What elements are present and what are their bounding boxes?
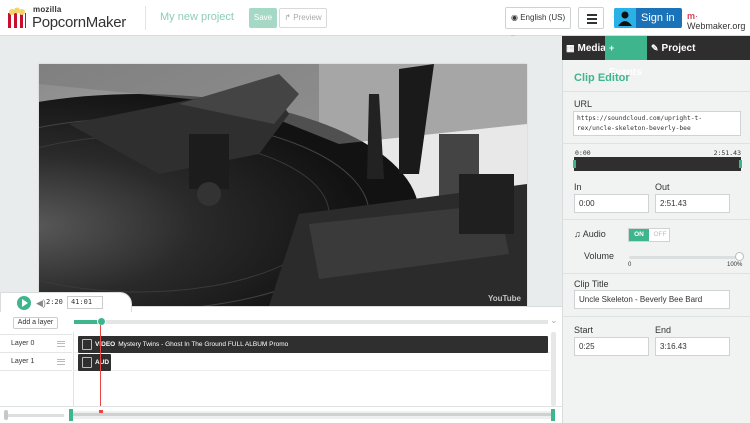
panel-divider [562, 219, 750, 220]
audio-on-option[interactable]: ON [629, 229, 649, 241]
video-frame-image [39, 64, 527, 306]
film-strip-icon [82, 339, 92, 350]
sign-in-label: Sign in [641, 12, 675, 24]
panel-divider [562, 273, 750, 274]
collapse-chevron-icon[interactable]: ⌄ [550, 315, 558, 326]
range-start-handle[interactable] [573, 160, 576, 168]
user-icon [614, 8, 636, 28]
horizontal-scroll-thumb[interactable] [73, 413, 551, 416]
plus-icon: + [609, 43, 615, 53]
language-label: English (US) [520, 13, 566, 22]
project-name[interactable]: My new project [160, 11, 234, 23]
popcorn-logo-icon [8, 7, 26, 28]
volume-min-label: 0 [628, 262, 632, 268]
header-divider [145, 6, 146, 30]
timeline-vertical-scrollbar[interactable] [551, 332, 556, 406]
url-label: URL [574, 99, 593, 109]
clip-range-bar[interactable] [574, 157, 741, 171]
clip-range-labels: 0:00 2:51.43 [575, 149, 741, 157]
logo-app-name: PopcornMaker [32, 14, 126, 31]
film-icon: ▦ [566, 43, 575, 53]
audio-label: ♫ Audio [574, 229, 606, 239]
menu-button[interactable] [578, 7, 604, 29]
film-strip-icon [82, 357, 92, 368]
timeline-event-video[interactable]: VIDEO Mystery Twins - Ghost In The Ground… [78, 336, 548, 353]
event-type: VIDEO [95, 341, 116, 348]
webmaker-link[interactable]: m· Webmaker.org [687, 11, 750, 31]
volume-max-label: 100% [727, 262, 743, 268]
panel-divider [562, 316, 750, 317]
current-time-value: 2:20 [46, 298, 63, 306]
track-divider [74, 370, 550, 371]
clip-title-label: Clip Title [574, 279, 609, 289]
zoom-slider[interactable] [6, 414, 64, 417]
scroll-right-handle[interactable] [551, 409, 555, 421]
clip-title-field[interactable]: Uncle Skeleton - Beverly Bee Bard [574, 290, 730, 309]
globe-icon: ◉ [511, 13, 521, 22]
layer-divider [0, 352, 72, 353]
add-layer-button[interactable]: Add a layer [13, 317, 58, 329]
language-select[interactable]: ◉ English (US) ▾ [505, 7, 571, 42]
app-logo[interactable]: mozilla PopcornMaker [6, 5, 144, 31]
audio-off-option[interactable]: OFF [650, 229, 670, 241]
volume-icon[interactable]: ◀) [36, 298, 46, 309]
range-end-label: 2:51.43 [713, 149, 741, 157]
video-player[interactable]: YouTube [39, 64, 527, 306]
in-label: In [574, 182, 582, 192]
layer-0-label: Layer 0 [11, 340, 35, 347]
volume-slider-handle[interactable] [735, 252, 744, 261]
preview-label: Preview [293, 13, 322, 22]
out-label: Out [655, 182, 670, 192]
volume-label: Volume [584, 251, 615, 261]
music-note-icon: ♫ [574, 229, 583, 239]
time-ruler[interactable] [74, 320, 548, 324]
save-button[interactable]: Save [249, 8, 277, 28]
tab-media[interactable]: ▦ Media [566, 36, 606, 60]
event-title: Mystery Twins - Ghost In The Ground FULL… [118, 341, 289, 348]
duration-input[interactable]: 41:01 [67, 296, 103, 309]
event-type: AUD [95, 359, 110, 366]
in-field[interactable]: 0:00 [574, 194, 649, 213]
layer-1-drag-icon[interactable] [57, 359, 65, 365]
tab-project[interactable]: ✎ Project [651, 36, 699, 60]
range-end-handle[interactable] [739, 160, 742, 168]
end-label: End [655, 325, 672, 335]
scrubber-handle[interactable] [97, 317, 106, 326]
playhead-mini-marker [99, 410, 103, 413]
url-field[interactable]: https://soundcloud.com/upright-t-rex/unc… [573, 111, 741, 136]
start-field[interactable]: 0:25 [574, 337, 649, 356]
logo-mozilla-text: mozilla [33, 5, 62, 14]
out-field[interactable]: 2:51.43 [655, 194, 730, 213]
webmaker-label: Webmaker.org [687, 21, 746, 31]
edit-icon: ✎ [651, 43, 659, 53]
layer-divider [0, 370, 72, 371]
play-button[interactable] [17, 296, 31, 310]
tab-project-label: Project [661, 43, 696, 54]
range-start-label: 0:00 [575, 149, 591, 157]
youtube-watermark: YouTube [487, 294, 521, 303]
audio-toggle[interactable]: ON OFF [628, 228, 670, 242]
preview-button[interactable]: ↱ Preview [279, 8, 327, 28]
share-arrow-icon: ↱ [284, 13, 294, 22]
webmaker-m-icon: m [687, 11, 696, 21]
zoom-slider-handle[interactable] [4, 410, 8, 420]
end-field[interactable]: 3:16.43 [655, 337, 730, 356]
layer-divider [0, 334, 72, 335]
panel-divider [562, 91, 750, 92]
layer-0-drag-icon[interactable] [57, 341, 65, 347]
clip-editor-title: Clip Editor [574, 72, 630, 84]
scroll-left-handle[interactable] [69, 409, 73, 421]
tab-media-label: Media [577, 43, 606, 54]
audio-label-text: Audio [582, 229, 606, 239]
panel-divider [562, 143, 750, 144]
layer-1-label: Layer 1 [11, 358, 35, 365]
volume-slider[interactable] [629, 256, 740, 259]
timeline-event-audio[interactable]: AUD [78, 354, 111, 371]
tab-events[interactable]: +Events [605, 36, 647, 78]
start-label: Start [574, 325, 594, 335]
sign-in-button[interactable]: Sign in [614, 8, 682, 28]
